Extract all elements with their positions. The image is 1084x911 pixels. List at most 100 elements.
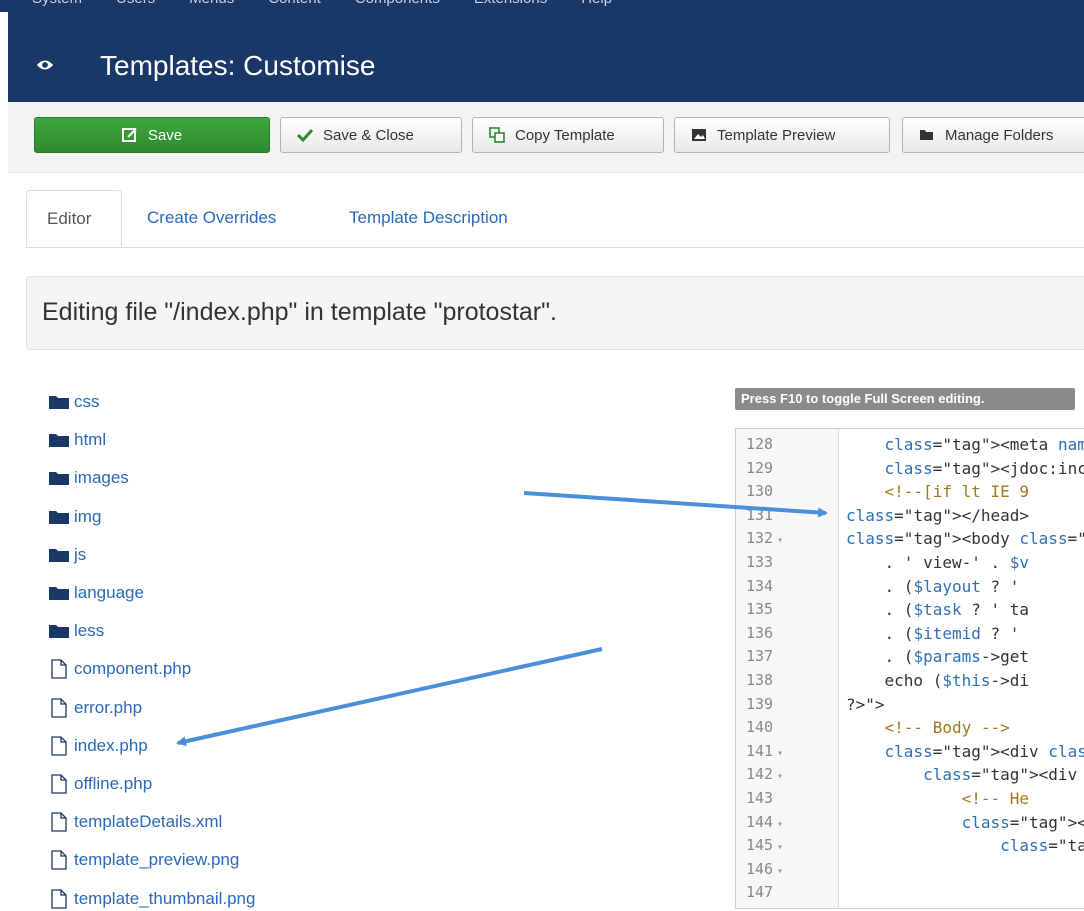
file-icon [51, 736, 67, 756]
folder-icon [49, 625, 69, 639]
code-line[interactable]: . ' view-' . $v [846, 551, 1030, 575]
code-line[interactable]: echo ($this->di [846, 669, 1030, 693]
top-menu-item[interactable]: Menus [189, 0, 234, 7]
file-name: templateDetails.xml [74, 812, 223, 832]
folder-item[interactable]: js [48, 543, 86, 567]
file-icon [51, 659, 67, 680]
code-line[interactable]: . ($itemid ? ' [846, 622, 1029, 646]
fullscreen-hint: Press F10 to toggle Full Screen editing. [735, 388, 1075, 410]
page-title: Templates: Customise [100, 50, 376, 81]
top-menu-item[interactable]: System [32, 0, 82, 7]
line-number: 136 [746, 623, 774, 642]
code-line[interactable]: <!-- Body --> [846, 716, 1010, 740]
file-name: component.php [74, 659, 192, 679]
code-line[interactable]: . ($task ? ' ta [846, 598, 1030, 622]
tab-template-description[interactable]: Template Description [349, 190, 508, 247]
code-line[interactable]: <!-- He [846, 787, 1029, 811]
file-item[interactable]: template_thumbnail.png [48, 887, 255, 911]
line-number: 132 ▾ [746, 529, 784, 548]
code-line[interactable]: class="tag"><di [846, 834, 1084, 858]
file-name: error.php [74, 697, 143, 717]
fold-toggle-icon[interactable]: ▾ [777, 748, 783, 759]
file-icon [51, 888, 67, 909]
fold-toggle-icon[interactable]: ▾ [777, 866, 783, 877]
tab-bar: Editor Create Overrides Template Descrip… [26, 190, 1084, 248]
code-line[interactable]: class="tag"></head> [846, 504, 1029, 528]
line-number: 133 [746, 553, 774, 571]
line-number: 134 [746, 576, 774, 595]
file-item[interactable]: index.php [48, 734, 148, 758]
save-close-label: Save & Close [323, 126, 414, 144]
folder-name: img [74, 506, 102, 526]
folder-icon [49, 396, 69, 409]
file-name: index.php [74, 735, 148, 755]
template-preview-label: Template Preview [717, 126, 836, 144]
copy-template-button[interactable]: Copy Template [472, 117, 664, 153]
folder-item[interactable]: language [48, 581, 144, 605]
save-close-button[interactable]: Save & Close [280, 117, 462, 153]
top-menu-item[interactable]: Help [581, 0, 612, 7]
code-line[interactable]: class="tag"><body class="site < [846, 527, 1084, 551]
folder-name: less [74, 621, 105, 641]
code-line[interactable]: . ($layout ? ' [846, 575, 1029, 599]
folder-item[interactable]: img [48, 505, 101, 529]
code-line[interactable]: class="tag"><meta name="vie [846, 433, 1084, 457]
template-preview-button[interactable]: Template Preview [674, 117, 890, 153]
editing-file-text: Editing file "/index.php" in template "p… [42, 298, 557, 326]
folder-name: css [74, 392, 100, 411]
editing-file-banner: Editing file "/index.php" in template "p… [26, 276, 1084, 350]
eye-icon [36, 60, 54, 70]
line-number: 129 [746, 458, 774, 477]
line-number: 142 ▾ [746, 765, 784, 784]
fold-toggle-icon[interactable]: ▾ [777, 535, 783, 546]
fold-toggle-icon[interactable]: ▾ [777, 819, 783, 830]
line-number: 143 [746, 789, 774, 807]
folder-item[interactable]: html [48, 428, 106, 452]
code-editor[interactable]: 128 129 130 131 132 ▾ 133 134 135 136 137 138 139 140… [735, 428, 1084, 909]
top-menu-item[interactable]: Content [268, 0, 321, 7]
page-header: Templates: Customise [8, 12, 1084, 102]
file-item[interactable]: template_preview.png [48, 848, 239, 872]
code-line[interactable]: class="tag"><div class="bod [846, 740, 1084, 764]
image-icon [692, 129, 706, 141]
file-item[interactable]: error.php [48, 696, 142, 720]
check-icon [297, 128, 313, 143]
line-number: 137 [746, 647, 774, 666]
file-item[interactable]: templateDetails.xml [48, 810, 222, 834]
file-item[interactable]: component.php [48, 657, 191, 681]
folder-icon [49, 434, 69, 448]
fold-toggle-icon[interactable]: ▾ [777, 771, 783, 782]
code-line[interactable]: . ($params->get [846, 645, 1030, 669]
code-line[interactable]: ?>"> [846, 693, 885, 717]
file-icon [51, 774, 67, 794]
line-number: 145 ▾ [746, 836, 784, 855]
tab-create-overrides[interactable]: Create Overrides [147, 190, 276, 247]
save-label: Save [147, 126, 183, 144]
line-number: 144 ▾ [746, 812, 784, 831]
line-number: 140 [746, 718, 774, 737]
tab-editor[interactable]: Editor [26, 190, 122, 247]
fold-toggle-icon[interactable]: ▾ [777, 842, 783, 853]
code-line[interactable]: class="tag"><jdoc:include ty [846, 457, 1084, 481]
file-icon [51, 697, 67, 718]
edit-icon [121, 128, 137, 142]
copy-icon [489, 127, 505, 143]
file-item[interactable]: offline.php [48, 772, 152, 796]
code-line[interactable]: class="tag"><header [846, 811, 1084, 835]
file-icon [51, 850, 67, 871]
save-button[interactable]: Save [34, 117, 270, 153]
top-menu-item[interactable]: Users [116, 0, 155, 7]
line-number: 141 ▾ [746, 741, 784, 760]
top-menu-item[interactable]: Extensions [474, 0, 547, 7]
line-number: 128 [746, 435, 774, 453]
code-line[interactable]: class="tag"><div class= [846, 763, 1084, 787]
folder-item[interactable]: images [48, 466, 129, 490]
copy-template-label: Copy Template [515, 126, 615, 144]
folder-item[interactable]: less [48, 619, 104, 643]
file-name: template_thumbnail.png [74, 888, 256, 908]
top-menu-item[interactable]: Components [355, 0, 440, 7]
line-number: 131 [746, 505, 774, 524]
code-line[interactable]: <!--[if lt IE 9 [846, 480, 1030, 504]
manage-folders-button[interactable]: Manage Folders [902, 117, 1084, 153]
folder-item[interactable]: css [48, 390, 100, 414]
